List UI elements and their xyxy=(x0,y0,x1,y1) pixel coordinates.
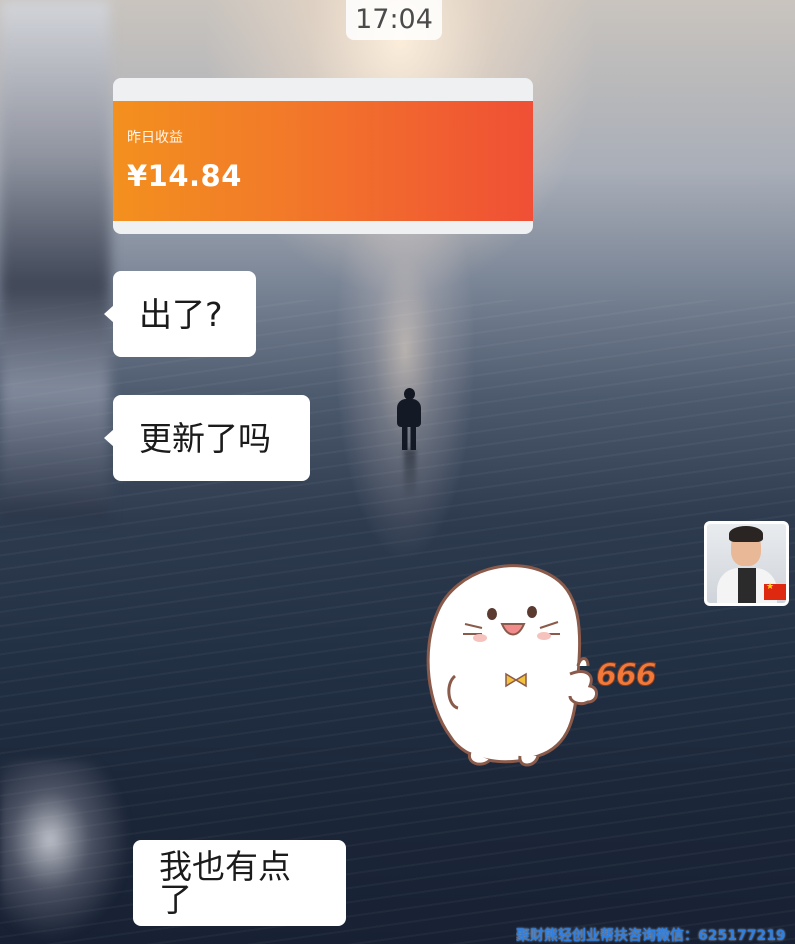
seal-sticker[interactable]: 666 xyxy=(420,556,670,768)
message-bubble[interactable]: 更新了吗 xyxy=(104,395,310,481)
watermark-text: 聚财熊轻创业帮扶咨询微信：625177219 xyxy=(516,928,786,944)
background-person-silhouette xyxy=(395,388,423,500)
message-timestamp: 17:04 xyxy=(346,0,442,40)
earnings-amount: ¥14.84 xyxy=(127,159,242,193)
earnings-banner: 昨日收益 ¥14.84 xyxy=(113,101,533,221)
china-flag-icon xyxy=(764,582,786,600)
sender-avatar[interactable] xyxy=(704,521,789,606)
earnings-screenshot-card[interactable]: 昨日收益 ¥14.84 xyxy=(113,78,533,234)
sticker-caption: 666 xyxy=(596,658,658,694)
message-bubble[interactable]: 出了? xyxy=(104,271,256,357)
earnings-label: 昨日收益 xyxy=(127,130,183,146)
blurred-bottom-left xyxy=(0,760,150,944)
message-bubble[interactable]: 我也有点了 xyxy=(133,840,346,926)
message-text: 出了? xyxy=(139,294,223,334)
message-text: 更新了吗 xyxy=(139,418,271,458)
message-text: 我也有点了 xyxy=(159,847,291,919)
blurred-left-edge xyxy=(0,0,110,520)
